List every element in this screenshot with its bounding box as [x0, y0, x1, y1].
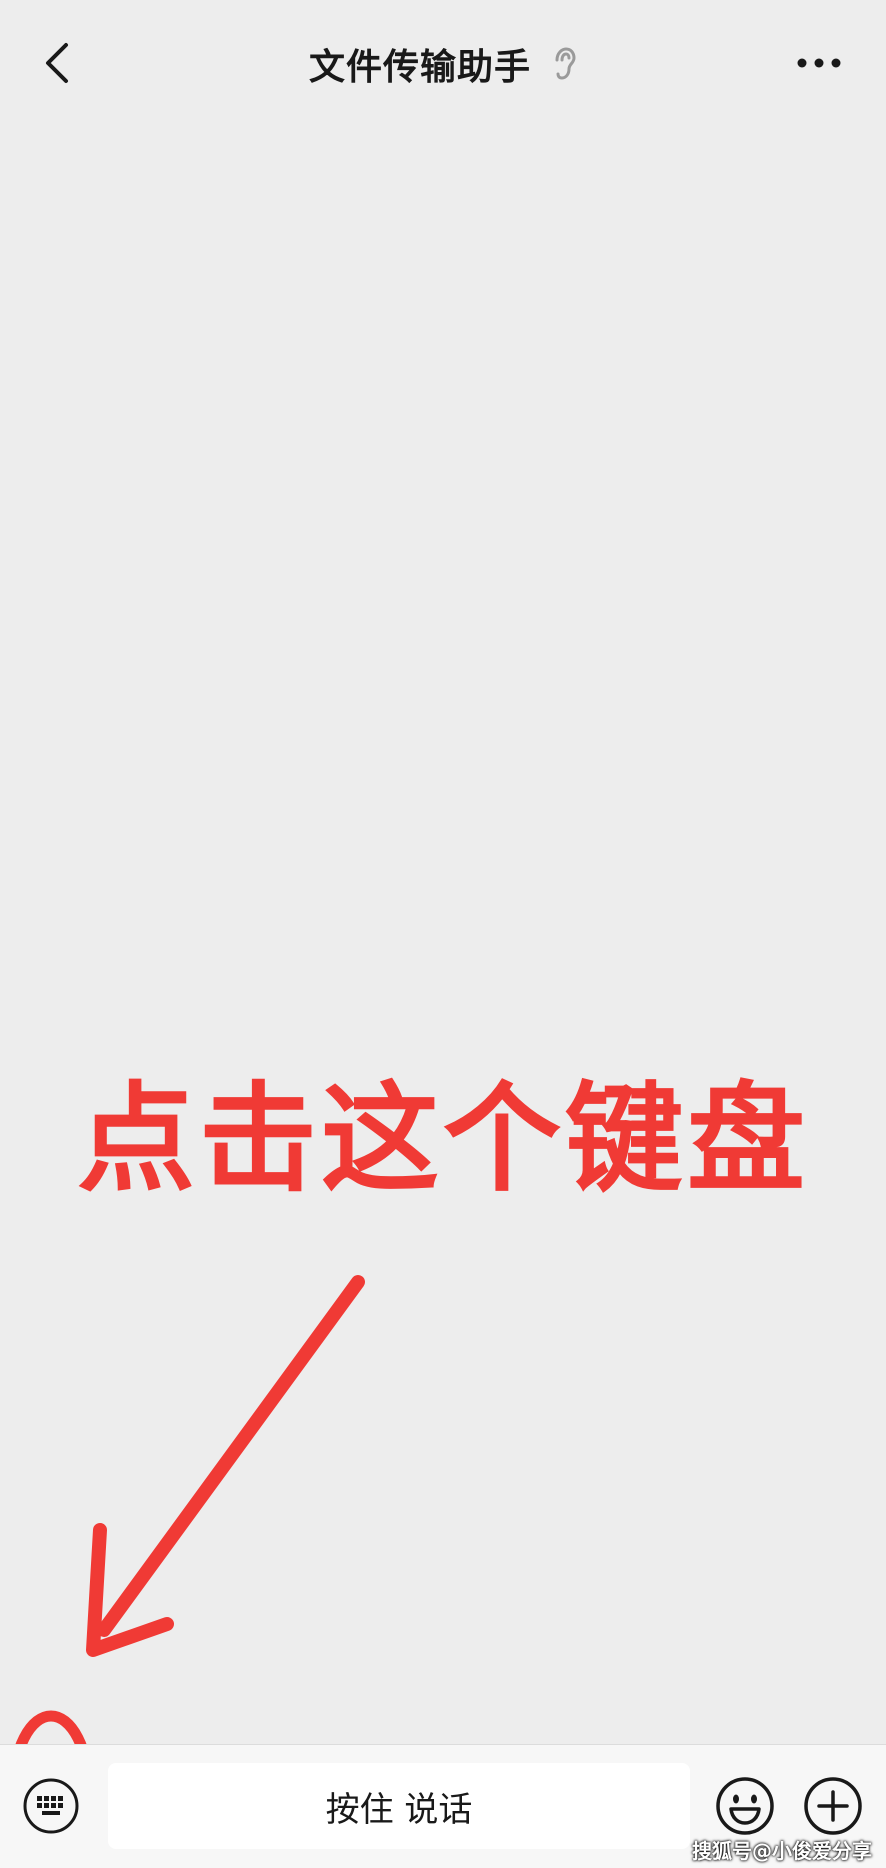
title-area: 文件传输助手 [0, 36, 886, 92]
chat-header: 文件传输助手 [0, 0, 886, 128]
emoji-button[interactable] [712, 1773, 778, 1839]
more-options-button[interactable] [774, 28, 864, 98]
keyboard-icon [23, 1778, 79, 1834]
chat-title: 文件传输助手 [308, 47, 531, 88]
input-bar: 按住 说话 搜狐号@小俊爱分享 [0, 1744, 886, 1868]
watermark: 搜狐号@小俊爱分享 [692, 1839, 872, 1863]
chat-message-area[interactable] [0, 128, 886, 1744]
plus-icon [804, 1777, 862, 1835]
hold-to-talk-button[interactable]: 按住 说话 [108, 1763, 690, 1849]
ear-icon [553, 47, 577, 81]
emoji-icon [716, 1777, 774, 1835]
more-icon [797, 58, 841, 68]
keyboard-button[interactable] [22, 1777, 80, 1835]
annotation-text: 点击这个键盘 [76, 1070, 809, 1208]
more-functions-button[interactable] [800, 1773, 866, 1839]
